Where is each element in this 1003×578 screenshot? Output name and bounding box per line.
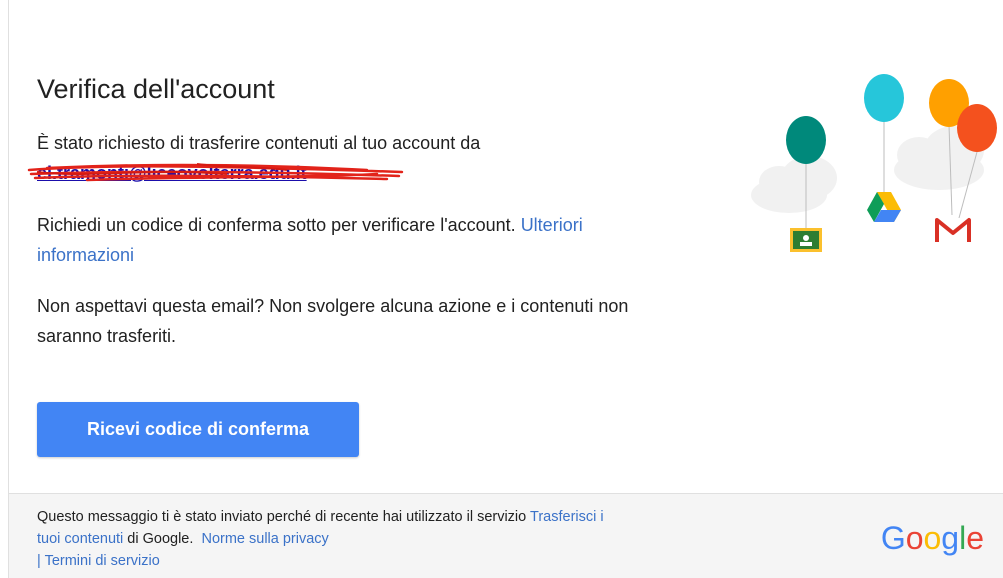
privacy-policy-link[interactable]: Norme sulla privacy	[201, 531, 328, 547]
gmail-icon	[935, 218, 971, 242]
terms-of-service-link[interactable]: Termini di servizio	[45, 553, 160, 569]
redacted-email-link[interactable]: el.tramonti@liceovolterra.edu.it	[27, 158, 404, 188]
request-paragraph: Richiedi un codice di conferma sotto per…	[37, 210, 637, 270]
footer-separator: |	[37, 553, 41, 569]
logo-letter: o	[905, 520, 924, 556]
footer: Questo messaggio ti è stato inviato perc…	[9, 493, 1003, 578]
cloud-icon	[751, 156, 837, 213]
intro-text: È stato richiesto di trasferire contenut…	[37, 133, 481, 153]
intro-paragraph: È stato richiesto di trasferire contenut…	[27, 128, 637, 188]
unexpected-paragraph: Non aspettavi questa email? Non svolgere…	[37, 296, 629, 346]
email-address[interactable]: el.tramonti@liceovolterra.edu.it	[37, 163, 307, 183]
balloon-icon	[864, 74, 904, 122]
balloon-icon	[957, 104, 997, 152]
footer-notice: Questo messaggio ti è stato inviato perc…	[37, 509, 527, 525]
google-classroom-icon	[790, 228, 822, 252]
request-text: Richiedi un codice di conferma sotto per…	[37, 215, 516, 235]
logo-letter: o	[923, 520, 942, 556]
email-card: Verifica dell'account È stato richiesto …	[8, 0, 1003, 578]
balloons-illustration	[751, 74, 997, 252]
google-logo: Google	[881, 520, 984, 557]
balloon-icon	[786, 116, 826, 164]
google-drive-icon	[867, 192, 901, 222]
page-title: Verifica dell'account	[37, 74, 275, 104]
footer-text: Questo messaggio ti è stato inviato perc…	[37, 506, 627, 572]
footer-google-text: di Google.	[127, 531, 194, 547]
logo-letter: g	[941, 520, 960, 556]
logo-letter: e	[966, 520, 984, 556]
logo-letter: G	[880, 520, 906, 556]
get-confirmation-code-button[interactable]: Ricevi codice di conferma	[37, 402, 359, 457]
